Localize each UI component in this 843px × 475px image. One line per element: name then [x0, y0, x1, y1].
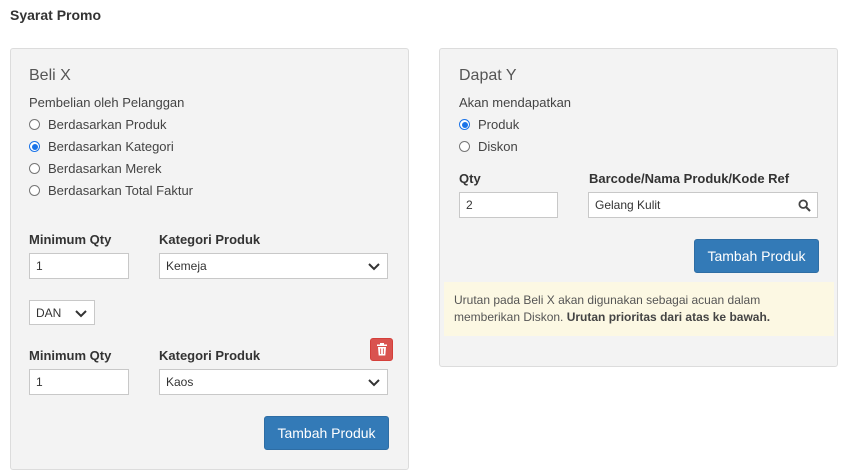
radio-label: Berdasarkan Merek: [48, 161, 162, 176]
beli-x-heading: Beli X: [29, 67, 71, 84]
chevron-down-icon: [368, 379, 380, 387]
radio-label: Berdasarkan Kategori: [48, 139, 174, 154]
radio-berdasarkan-total-faktur[interactable]: Berdasarkan Total Faktur: [29, 183, 193, 198]
minimum-qty-label: Minimum Qty: [29, 232, 112, 247]
radio-checked-icon[interactable]: [29, 141, 40, 152]
delete-row-button[interactable]: [370, 338, 393, 361]
kategori-produk-select[interactable]: Kemeja: [159, 253, 388, 279]
dapat-y-heading: Dapat Y: [459, 67, 517, 84]
info-note: Urutan pada Beli X akan digunakan sebaga…: [444, 282, 834, 336]
qty-label: Qty: [459, 171, 481, 186]
minimum-qty-input[interactable]: 1: [29, 253, 129, 279]
radio-label: Berdasarkan Total Faktur: [48, 183, 193, 198]
note-bold-text: Urutan prioritas dari atas ke bawah.: [566, 310, 771, 324]
radio-icon[interactable]: [29, 119, 40, 130]
radio-berdasarkan-produk[interactable]: Berdasarkan Produk: [29, 117, 167, 132]
chevron-down-icon: [75, 309, 87, 317]
search-icon[interactable]: [798, 199, 811, 212]
tambah-produk-button[interactable]: Tambah Produk: [694, 239, 819, 273]
kategori-produk-label: Kategori Produk: [159, 348, 261, 363]
minimum-qty-label: Minimum Qty: [29, 348, 112, 363]
tambah-produk-button[interactable]: Tambah Produk: [264, 416, 389, 450]
radio-label: Berdasarkan Produk: [48, 117, 167, 132]
connector-select[interactable]: DAN: [29, 300, 95, 325]
radio-icon[interactable]: [29, 163, 40, 174]
radio-berdasarkan-merek[interactable]: Berdasarkan Merek: [29, 161, 161, 176]
qty-input[interactable]: 2: [459, 192, 558, 218]
radio-icon[interactable]: [459, 141, 470, 152]
product-search-input[interactable]: Gelang Kulit: [588, 192, 818, 218]
trash-icon: [376, 343, 387, 356]
kategori-produk-select[interactable]: Kaos: [159, 369, 388, 395]
section-title: Syarat Promo: [10, 7, 102, 23]
receive-label: Akan mendapatkan: [459, 95, 572, 110]
select-value: DAN: [36, 305, 62, 320]
kategori-produk-label: Kategori Produk: [159, 232, 261, 247]
radio-berdasarkan-kategori[interactable]: Berdasarkan Kategori: [29, 139, 174, 154]
select-value: Kemeja: [166, 259, 207, 273]
radio-label: Diskon: [478, 139, 518, 154]
minimum-qty-input[interactable]: 1: [29, 369, 129, 395]
radio-produk[interactable]: Produk: [459, 117, 519, 132]
chevron-down-icon: [368, 263, 380, 271]
radio-label: Produk: [478, 117, 520, 132]
product-search-value: Gelang Kulit: [595, 198, 661, 212]
purchase-label: Pembelian oleh Pelanggan: [29, 95, 185, 110]
radio-checked-icon[interactable]: [459, 119, 470, 130]
radio-diskon[interactable]: Diskon: [459, 139, 518, 154]
select-value: Kaos: [166, 375, 194, 389]
radio-icon[interactable]: [29, 185, 40, 196]
product-search-label: Barcode/Nama Produk/Kode Ref: [589, 171, 790, 186]
